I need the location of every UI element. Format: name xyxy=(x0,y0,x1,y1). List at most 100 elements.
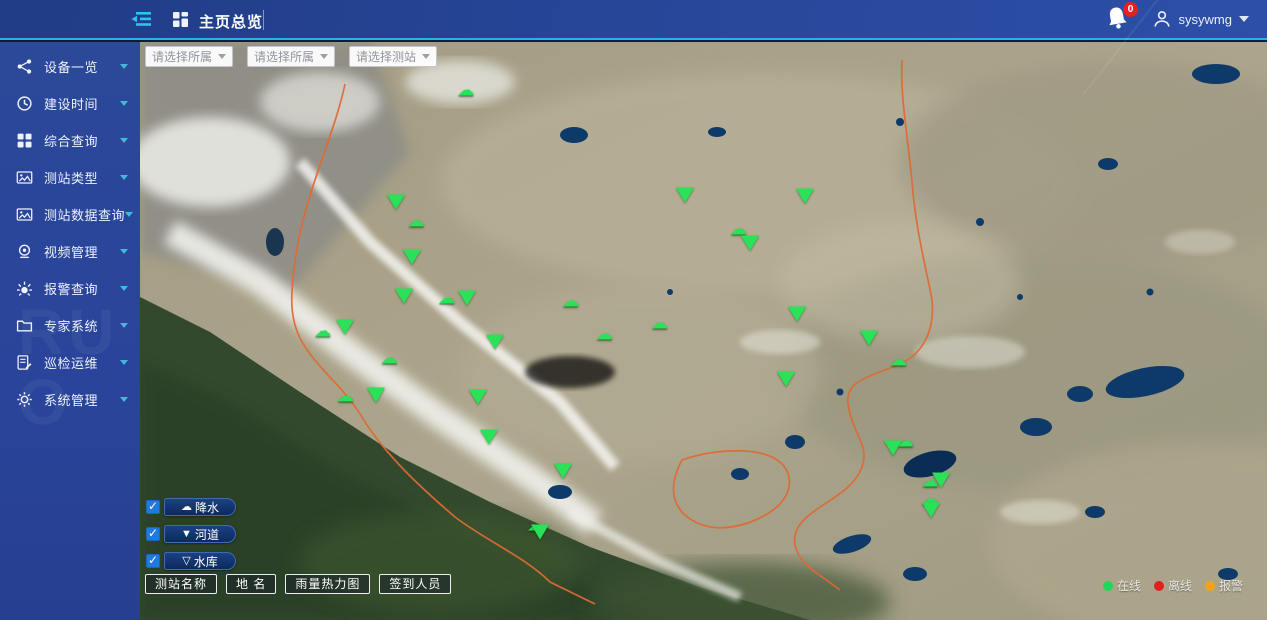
station-marker-river[interactable] xyxy=(367,387,385,402)
chevron-down-icon xyxy=(120,323,128,328)
station-marker-river[interactable] xyxy=(469,389,487,404)
legend-item-online: 在线 xyxy=(1103,577,1141,594)
sidebar-item-label: 综合查询 xyxy=(44,131,98,150)
station-marker-precipitation[interactable]: ☁ xyxy=(890,351,907,368)
online-dot xyxy=(1103,581,1113,591)
chevron-down-icon xyxy=(218,54,226,59)
station-marker-precipitation[interactable]: ☁ xyxy=(457,81,474,98)
sidebar-item-inspection-ops[interactable]: 巡检运维 xyxy=(0,344,140,381)
map-filters: 请选择所属 请选择所属 请选择测站 xyxy=(145,46,437,67)
legend-item-offline: 离线 xyxy=(1154,577,1192,594)
user-menu[interactable]: sysywmg xyxy=(1152,9,1249,29)
top-header: 主页总览 0 sysywmg xyxy=(0,0,1267,40)
sidebar-item-comprehensive-query[interactable]: 综合查询 xyxy=(0,122,140,159)
sidebar-item-label: 设备一览 xyxy=(44,57,98,76)
sidebar-item-alarm-query[interactable]: 报警查询 xyxy=(0,270,140,307)
station-marker-river[interactable] xyxy=(676,187,694,202)
station-marker-precipitation[interactable]: ☁ xyxy=(897,432,914,449)
station-marker-river[interactable] xyxy=(922,503,940,518)
river-checkbox[interactable] xyxy=(146,527,160,541)
share-icon xyxy=(16,58,33,75)
chevron-down-icon xyxy=(1239,16,1249,22)
station-marker-river[interactable] xyxy=(395,289,413,304)
map-canvas[interactable]: ☁☁☁☁☁☁☁☁☁☁☁☁☁☁☁ 请选择所属 请选择所属 请选择测站 ☁ xyxy=(140,42,1267,620)
notification-bell[interactable]: 0 xyxy=(1104,5,1134,35)
station-marker-river[interactable] xyxy=(932,472,950,487)
station-marker-river[interactable] xyxy=(403,250,421,265)
station-marker-river[interactable] xyxy=(480,430,498,445)
dashboard-icon[interactable] xyxy=(172,11,189,28)
gear-icon xyxy=(16,391,33,408)
sidebar-item-label: 报警查询 xyxy=(44,279,98,298)
chevron-down-icon xyxy=(120,249,128,254)
chevron-down-icon xyxy=(422,54,430,59)
station-marker-river[interactable] xyxy=(788,307,806,322)
station-marker-river[interactable] xyxy=(860,330,878,345)
filter-select-region-1[interactable]: 请选择所属 xyxy=(145,46,233,67)
station-marker-river[interactable] xyxy=(554,464,572,479)
place-name-button[interactable]: 地 名 xyxy=(226,574,276,594)
document-icon xyxy=(16,354,33,371)
collapse-menu-icon[interactable] xyxy=(130,9,152,29)
chevron-down-icon xyxy=(120,360,128,365)
legend-label: 报警 xyxy=(1219,577,1243,594)
sidebar-item-station-type[interactable]: 测站类型 xyxy=(0,159,140,196)
checkin-personnel-button[interactable]: 签到人员 xyxy=(379,574,451,594)
sidebar-item-expert-system[interactable]: 专家系统 xyxy=(0,307,140,344)
title-divider xyxy=(263,10,264,30)
sidebar-item-video-management[interactable]: 视频管理 xyxy=(0,233,140,270)
filter-select-region-2[interactable]: 请选择所属 xyxy=(247,46,335,67)
station-marker-river[interactable] xyxy=(741,235,759,250)
layer-label: 降水 xyxy=(195,499,219,516)
legend-item-alarm: 报警 xyxy=(1205,577,1243,594)
sidebar-item-station-data-query[interactable]: 测站数据查询 xyxy=(0,196,140,233)
station-marker-river[interactable] xyxy=(336,319,354,334)
reservoir-layer-pill[interactable]: ▽ 水库 xyxy=(164,552,236,570)
cloud-icon: ☁ xyxy=(181,502,192,513)
rain-heatmap-button[interactable]: 雨量热力图 xyxy=(285,574,370,594)
station-marker-precipitation[interactable]: ☁ xyxy=(651,314,668,331)
chevron-down-icon xyxy=(120,64,128,69)
reservoir-checkbox[interactable] xyxy=(146,554,160,568)
station-marker-river[interactable] xyxy=(387,194,405,209)
layer-label: 河道 xyxy=(195,526,219,543)
layer-row-reservoir: ▽ 水库 xyxy=(146,552,236,570)
station-marker-precipitation[interactable]: ☁ xyxy=(381,350,398,367)
precipitation-layer-pill[interactable]: ☁ 降水 xyxy=(164,498,236,516)
map-action-buttons: 测站名称 地 名 雨量热力图 签到人员 xyxy=(145,574,451,594)
precipitation-checkbox[interactable] xyxy=(146,500,160,514)
layer-label: 水库 xyxy=(194,553,218,570)
sidebar-item-label: 专家系统 xyxy=(44,316,98,335)
station-marker-river[interactable] xyxy=(486,334,504,349)
sidebar-nav: RUO 设备一览 建设时间 xyxy=(0,42,140,620)
sidebar-item-label: 测站类型 xyxy=(44,168,98,187)
sidebar-item-build-time[interactable]: 建设时间 xyxy=(0,85,140,122)
clock-icon xyxy=(16,95,33,112)
station-marker-precipitation[interactable]: ☁ xyxy=(596,325,613,342)
station-marker-river[interactable] xyxy=(531,525,549,540)
chevron-down-icon xyxy=(120,138,128,143)
station-marker-precipitation[interactable]: ☁ xyxy=(408,213,425,230)
triangle-down-icon: ▼ xyxy=(181,529,192,540)
station-marker-precipitation[interactable]: ☁ xyxy=(314,323,331,340)
chevron-down-icon xyxy=(125,212,133,217)
station-name-button[interactable]: 测站名称 xyxy=(145,574,217,594)
station-marker-precipitation[interactable]: ☁ xyxy=(562,292,579,309)
sidebar-item-system-management[interactable]: 系统管理 xyxy=(0,381,140,418)
station-marker-river[interactable] xyxy=(777,371,795,386)
station-marker-precipitation[interactable]: ☁ xyxy=(438,290,455,307)
chevron-down-icon xyxy=(120,101,128,106)
station-marker-river[interactable] xyxy=(458,291,476,306)
status-legend: 在线 离线 报警 xyxy=(1103,577,1243,594)
filter-placeholder: 请选择所属 xyxy=(152,48,218,65)
legend-label: 在线 xyxy=(1117,577,1141,594)
filter-select-station[interactable]: 请选择测站 xyxy=(349,46,437,67)
sidebar-item-device-overview[interactable]: 设备一览 xyxy=(0,48,140,85)
station-marker-precipitation[interactable]: ☁ xyxy=(337,387,354,404)
alarm-dot xyxy=(1205,581,1215,591)
station-marker-river[interactable] xyxy=(796,189,814,204)
river-layer-pill[interactable]: ▼ 河道 xyxy=(164,525,236,543)
grid-icon xyxy=(16,132,33,149)
triangle-outline-icon: ▽ xyxy=(182,556,190,567)
layer-toggles: ☁ 降水 ▼ 河道 ▽ 水库 xyxy=(146,498,236,570)
